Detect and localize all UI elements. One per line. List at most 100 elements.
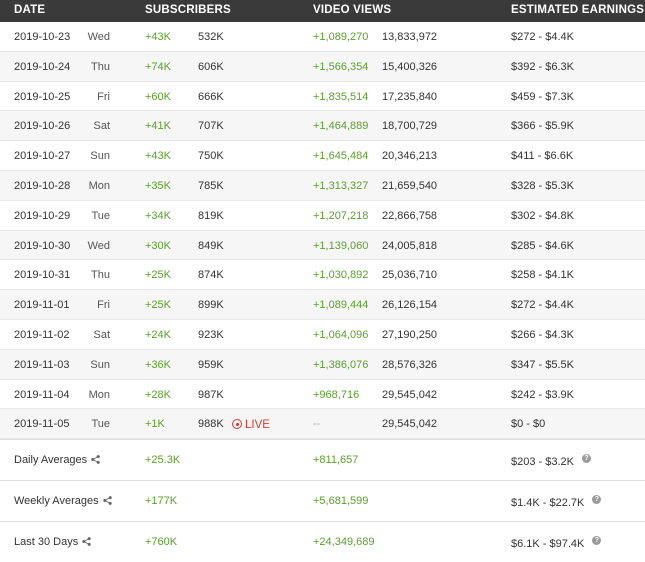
header-subscribers: SUBSCRIBERS	[145, 4, 231, 16]
row-subscribers-delta: +36K	[145, 358, 171, 371]
row-day: Fri	[97, 90, 110, 103]
row-views-delta: +1,207,218	[313, 209, 369, 222]
table-row: 2019-11-01 Fri +25K 899K +1,089,444 26,126,15…	[0, 290, 645, 320]
row-views-total: 27,190,250	[382, 328, 438, 341]
row-subscribers-delta: +60K	[145, 90, 171, 103]
row-subscribers-delta: +43K	[145, 31, 171, 43]
table-row: 2019-10-27 Sun +43K 750K +1,645,484 20,346,21…	[0, 141, 645, 171]
averages-label-wrap: Weekly Averages	[14, 495, 112, 508]
row-estimated-earnings: $258 - $4.1K	[511, 269, 574, 282]
row-views-delta: +1,645,484	[313, 150, 369, 163]
row-estimated-earnings: $302 - $4.8K	[511, 209, 574, 222]
row-views-total: 28,576,326	[382, 358, 438, 371]
row-views-total: 15,400,326	[382, 60, 438, 73]
row-views-delta: +1,089,270	[313, 31, 369, 43]
row-day: Wed	[87, 31, 110, 43]
row-subscribers-total: 959K	[198, 358, 224, 371]
table-row: 2019-10-23 Wed +43K 532K +1,089,270 13,833,97…	[0, 22, 645, 52]
averages-label: Last 30 Days	[14, 536, 79, 549]
row-views-delta: +1,064,096	[313, 328, 369, 341]
averages-earnings: $6.1K - $97.4K	[511, 538, 585, 551]
row-day: Tue	[91, 418, 110, 431]
share-icon[interactable]	[102, 496, 112, 508]
row-views-delta: +1,464,889	[313, 120, 369, 133]
row-subscribers-delta: +28K	[145, 388, 171, 401]
row-views-delta: +1,566,354	[313, 60, 369, 73]
row-views-total: 29,545,042	[382, 388, 438, 401]
row-estimated-earnings: $242 - $3.9K	[511, 388, 574, 401]
row-subscribers-delta: +1K	[145, 418, 165, 431]
row-subscribers-total: 606K	[198, 60, 224, 73]
table-row: 2019-10-29 Tue +34K 819K +1,207,218 22,866,75…	[0, 201, 645, 231]
row-views-total: 24,005,818	[382, 239, 438, 252]
averages-label-wrap: Last 30 Days	[14, 536, 91, 549]
row-subscribers-delta: +35K	[145, 179, 171, 192]
row-estimated-earnings: $328 - $5.3K	[511, 179, 574, 192]
share-icon[interactable]	[91, 455, 100, 467]
averages-earnings-wrap: $203 - $3.2K?	[511, 454, 591, 468]
row-subscribers-total: 874K	[198, 269, 224, 282]
row-views-total: 13,833,972	[382, 31, 438, 43]
row-subscribers-delta: +43K	[145, 150, 171, 163]
row-day: Sat	[93, 120, 110, 133]
averages-views: +811,657	[313, 454, 359, 467]
row-estimated-earnings: $285 - $4.6K	[511, 239, 574, 252]
row-subscribers-delta: +41K	[145, 120, 171, 133]
table-header: DATE SUBSCRIBERS VIDEO VIEWS ESTIMATED E…	[0, 0, 645, 22]
help-icon[interactable]: ?	[592, 536, 602, 546]
row-views-delta: +968,716	[313, 388, 360, 401]
row-subscribers-total: 707K	[198, 120, 224, 133]
live-dot-icon	[232, 419, 242, 430]
row-subscribers-delta: +30K	[145, 239, 171, 252]
help-icon[interactable]: ?	[582, 454, 591, 464]
averages-row: Weekly Averages +177K +5,681,599 $1.4K - $2…	[0, 480, 645, 521]
row-views-total: 21,659,540	[382, 179, 438, 192]
row-day: Mon	[88, 179, 110, 192]
row-day: Sun	[90, 358, 110, 371]
row-subscribers-delta: +25K	[145, 269, 171, 282]
row-day: Sun	[90, 150, 110, 163]
table-row: 2019-10-28 Mon +35K 785K +1,313,327 21,659,54…	[0, 170, 645, 201]
live-label: LIVE	[245, 419, 270, 432]
header-date: DATE	[14, 4, 46, 16]
row-subscribers-total: 849K	[198, 239, 224, 252]
row-views-delta: +1,139,060	[313, 239, 369, 252]
row-views-delta: --	[313, 418, 321, 431]
averages-label: Weekly Averages	[14, 495, 99, 508]
table-row: 2019-11-05 Tue +1K 988K LIVE -- 29,545,042 $0 -…	[0, 409, 645, 440]
row-subscribers-total: 987K	[198, 388, 224, 401]
table-row: 2019-10-24 Thu +74K 606K +1,566,354 15,400,32…	[0, 51, 645, 82]
row-estimated-earnings: $392 - $6.3K	[511, 60, 574, 73]
row-subscribers-total: 923K	[198, 328, 224, 341]
row-subscribers-delta: +74K	[145, 60, 171, 73]
row-views-total: 20,346,213	[382, 150, 438, 163]
row-day: Thu	[91, 269, 110, 282]
averages-label-wrap: Daily Averages	[14, 454, 100, 467]
row-day: Fri	[97, 299, 110, 312]
table-row: 2019-11-03 Sun +36K 959K +1,386,076 28,576,32…	[0, 349, 645, 380]
row-views-total: 22,866,758	[382, 209, 438, 222]
averages-subscribers: +760K	[145, 536, 178, 549]
header-estimated-earnings: ESTIMATED EARNINGS	[511, 4, 645, 16]
averages-label: Daily Averages	[14, 454, 88, 467]
row-estimated-earnings: $266 - $4.3K	[511, 328, 574, 341]
stats-table: DATE SUBSCRIBERS VIDEO VIEWS ESTIMATED E…	[0, 0, 645, 562]
row-subscribers-total: 666K	[198, 90, 224, 103]
live-badge[interactable]: LIVE	[232, 418, 270, 431]
averages-subscribers: +25.3K	[145, 454, 181, 467]
help-icon[interactable]: ?	[592, 495, 602, 505]
row-estimated-earnings: $272 - $4.4K	[511, 299, 574, 312]
table-row: 2019-10-30 Wed +30K 849K +1,139,060 24,005,81…	[0, 230, 645, 261]
averages-earnings: $1.4K - $22.7K	[511, 497, 585, 510]
averages-row: Last 30 Days +760K +24,349,689 $6.1K - $97.…	[0, 521, 645, 562]
averages-row: Daily Averages +25.3K +811,657 $203 - $3.2K…	[0, 439, 645, 480]
row-day: Mon	[88, 388, 110, 401]
row-subscribers-delta: +25K	[145, 299, 171, 312]
row-subscribers-total: 899K	[198, 299, 224, 312]
share-icon[interactable]	[82, 537, 91, 549]
row-views-total: 17,235,840	[382, 90, 438, 103]
averages-section: Daily Averages +25.3K +811,657 $203 - $3.2K…	[0, 439, 645, 562]
row-subscribers-total: 819K	[198, 209, 224, 222]
row-day: Tue	[91, 209, 110, 222]
row-estimated-earnings: $272 - $4.4K	[511, 31, 574, 43]
